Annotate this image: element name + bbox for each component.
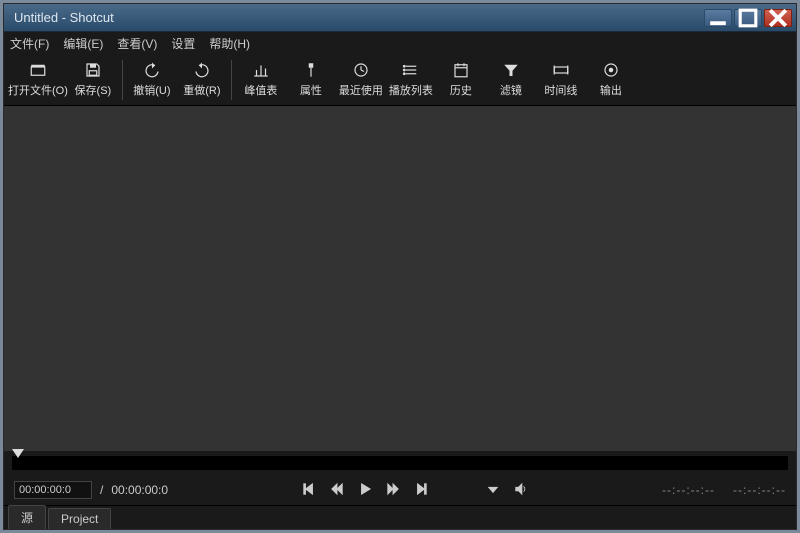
recent-icon (352, 61, 370, 79)
skip-start-button[interactable] (302, 482, 316, 499)
open-file-icon (29, 61, 47, 79)
filters-icon (502, 61, 520, 79)
tab-project[interactable]: Project (48, 508, 111, 529)
properties-button[interactable]: 属性 (286, 56, 336, 104)
export-icon (602, 61, 620, 79)
playlist-label: 播放列表 (389, 82, 433, 98)
zoom-dropdown-button[interactable] (486, 482, 500, 499)
window-controls (704, 9, 792, 27)
menu-settings[interactable]: 设置 (171, 35, 195, 52)
window-title: Untitled - Shotcut (14, 10, 704, 25)
playlist-button[interactable]: 播放列表 (386, 56, 436, 104)
redo-icon (193, 61, 211, 79)
transport-bar: / 00:00:00:0 --:--:--:-- --:--:--:-- (4, 475, 796, 505)
toolbar-separator (231, 60, 232, 100)
maximize-button[interactable] (734, 9, 762, 27)
timeline-label: 时间线 (544, 82, 577, 98)
toolbar-separator (122, 60, 123, 100)
timecode-input[interactable] (14, 481, 92, 499)
menu-bar: 文件(F) 编辑(E) 查看(V) 设置 帮助(H) (4, 32, 796, 54)
undo-button[interactable]: 撤销(U) (127, 56, 177, 104)
app-window: Untitled - Shotcut 文件(F) 编辑(E) 查看(V) 设置 … (3, 3, 797, 530)
scrub-track[interactable] (12, 456, 788, 470)
export-button[interactable]: 输出 (586, 56, 636, 104)
minimize-button[interactable] (704, 9, 732, 27)
export-label: 输出 (600, 82, 622, 98)
scrub-bar[interactable] (4, 451, 796, 475)
undo-label: 撤销(U) (133, 82, 170, 98)
filters-button[interactable]: 滤镜 (486, 56, 536, 104)
playhead-marker[interactable] (12, 449, 24, 458)
volume-button[interactable] (514, 482, 528, 499)
undo-icon (143, 61, 161, 79)
in-point-display: --:--:--:-- (662, 483, 715, 497)
bottom-tabs: 源 Project (4, 505, 796, 529)
play-button[interactable] (358, 482, 372, 499)
save-icon (84, 61, 102, 79)
menu-file[interactable]: 文件(F) (10, 35, 49, 52)
out-point-display: --:--:--:-- (733, 483, 786, 497)
redo-label: 重做(R) (183, 82, 220, 98)
peak-meter-icon (252, 61, 270, 79)
timecode-separator: / (100, 483, 103, 497)
recent-label: 最近使用 (339, 82, 383, 98)
history-button[interactable]: 历史 (436, 56, 486, 104)
save-button[interactable]: 保存(S) (68, 56, 118, 104)
redo-button[interactable]: 重做(R) (177, 56, 227, 104)
menu-help[interactable]: 帮助(H) (209, 35, 250, 52)
recent-button[interactable]: 最近使用 (336, 56, 386, 104)
peak-meter-label: 峰值表 (244, 82, 277, 98)
workspace-area[interactable] (4, 106, 796, 451)
save-label: 保存(S) (75, 82, 112, 98)
menu-edit[interactable]: 编辑(E) (63, 35, 103, 52)
open-file-button[interactable]: 打开文件(O) (8, 56, 68, 104)
close-button[interactable] (764, 9, 792, 27)
tab-source[interactable]: 源 (8, 505, 46, 529)
timeline-button[interactable]: 时间线 (536, 56, 586, 104)
history-icon (452, 61, 470, 79)
history-label: 历史 (450, 82, 472, 98)
fast-forward-button[interactable] (386, 482, 400, 499)
open-file-label: 打开文件(O) (8, 82, 68, 98)
timeline-icon (552, 61, 570, 79)
properties-label: 属性 (300, 82, 322, 98)
title-bar[interactable]: Untitled - Shotcut (4, 4, 796, 32)
playlist-icon (402, 61, 420, 79)
peak-meter-button[interactable]: 峰值表 (236, 56, 286, 104)
skip-end-button[interactable] (414, 482, 428, 499)
timecode-total: 00:00:00:0 (111, 483, 168, 497)
toolbar: 打开文件(O) 保存(S) 撤销(U) 重做(R) 峰值表 属性 最近使用 (4, 54, 796, 106)
properties-icon (302, 61, 320, 79)
rewind-button[interactable] (330, 482, 344, 499)
menu-view[interactable]: 查看(V) (117, 35, 157, 52)
filters-label: 滤镜 (500, 82, 522, 98)
